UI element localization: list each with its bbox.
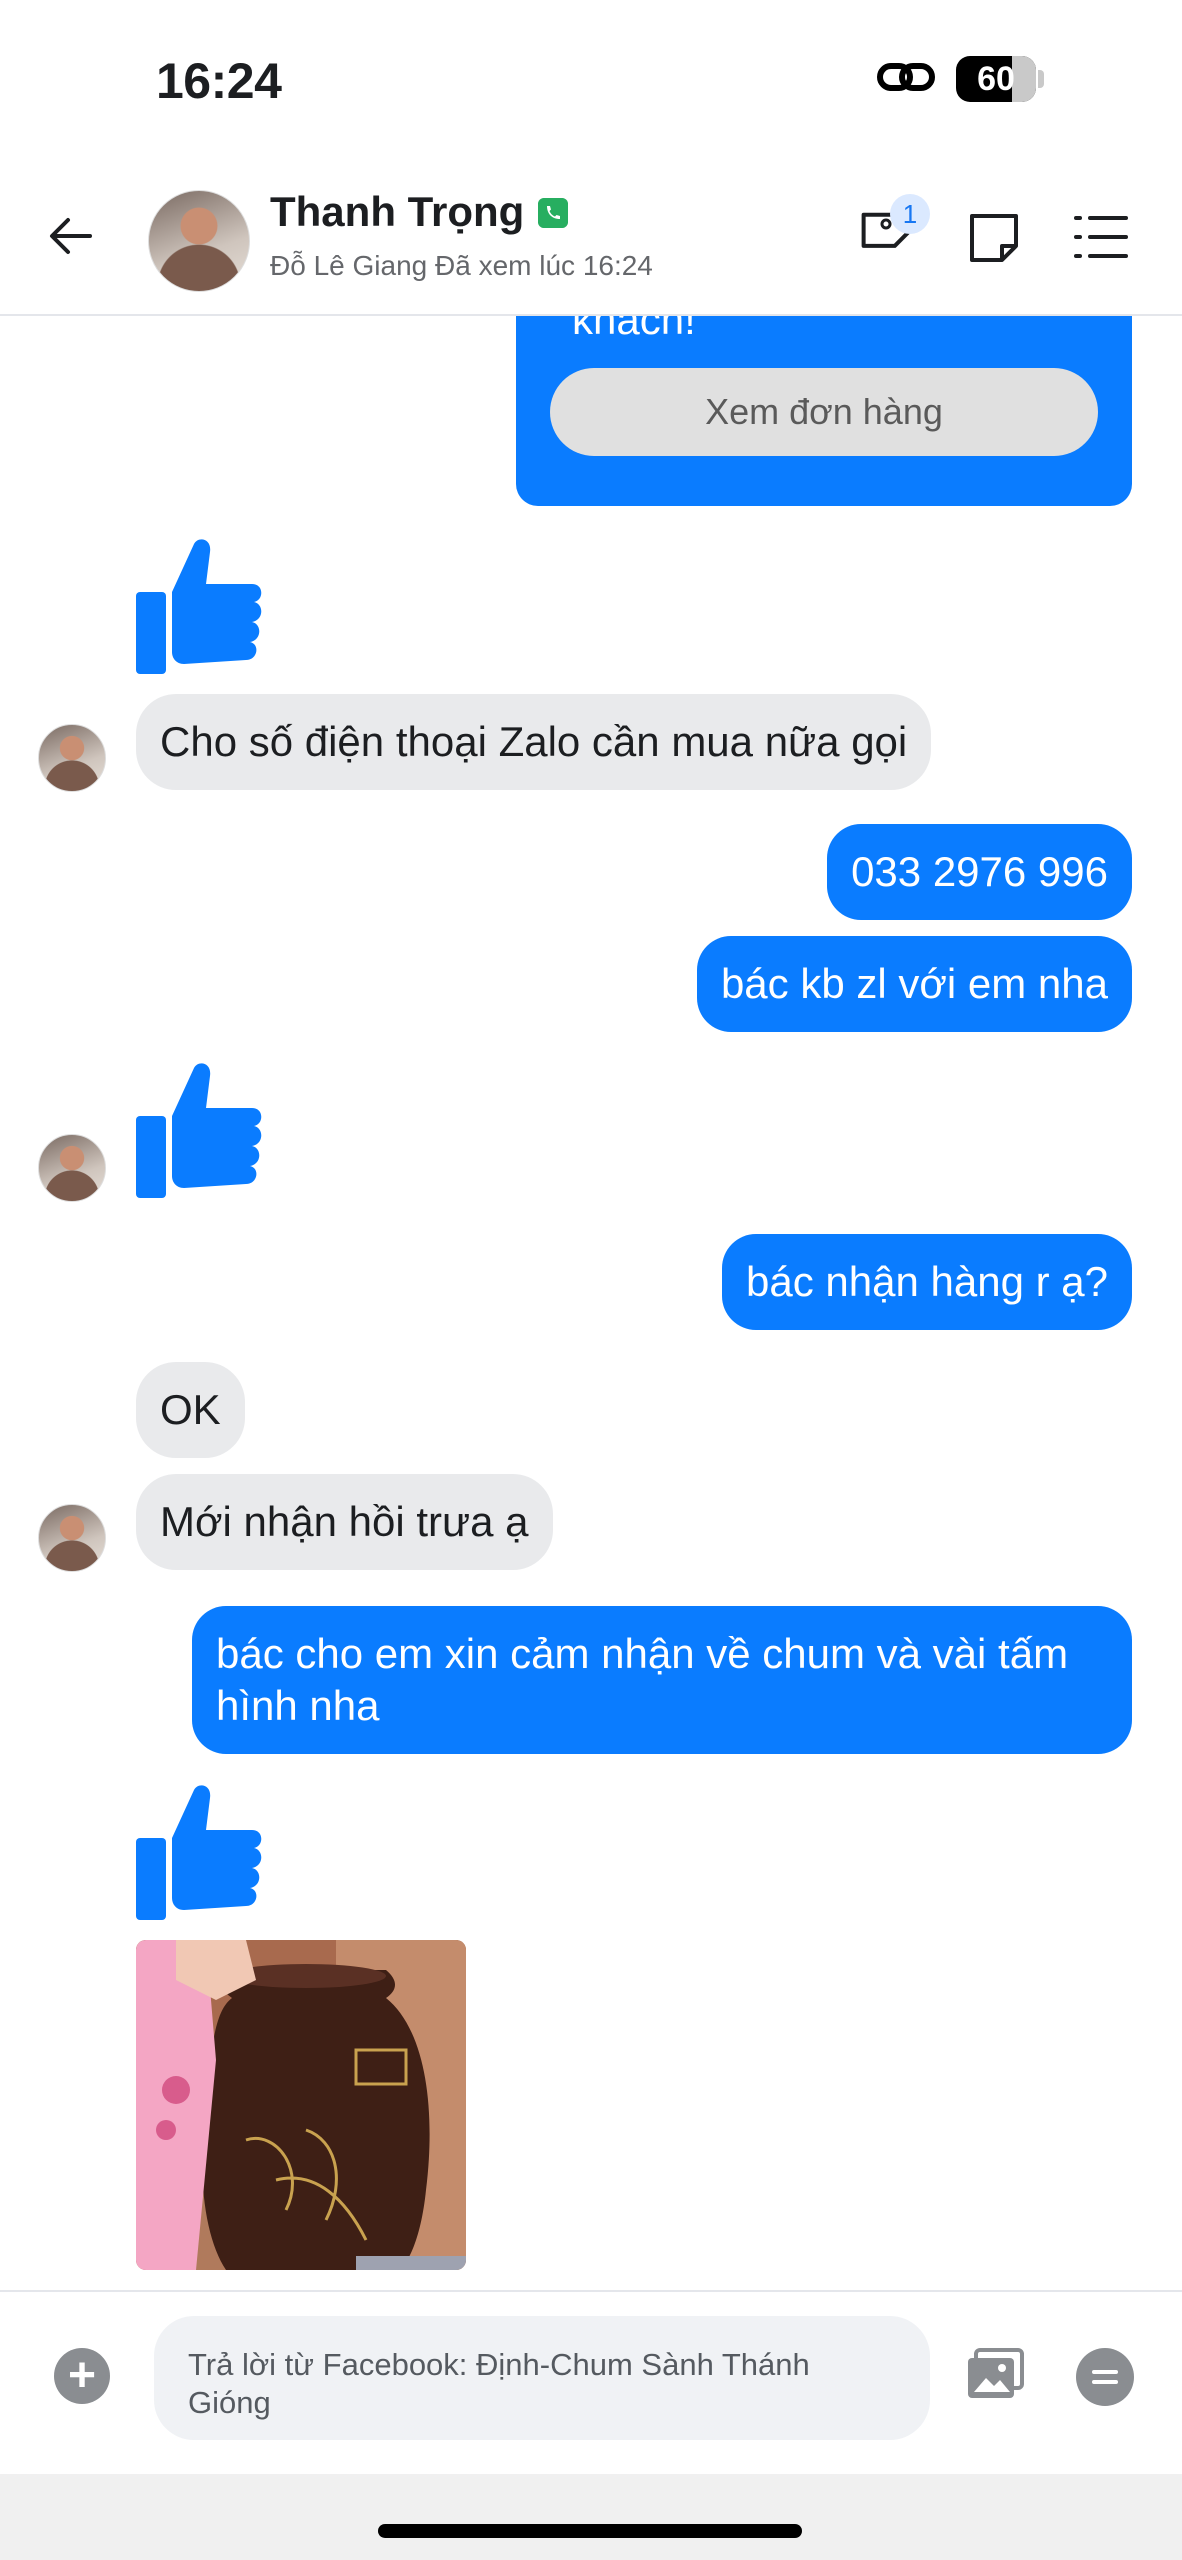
status-bar: 16:24 60	[0, 0, 1182, 160]
battery-tip	[1038, 70, 1044, 88]
outgoing-message: bác cho em xin cảm nhận về chum và vài t…	[192, 1606, 1132, 1754]
add-icon[interactable]: +	[54, 2348, 110, 2404]
sender-avatar[interactable]	[38, 724, 106, 792]
like-thumb-icon	[136, 1063, 262, 1198]
incoming-message: Mới nhận hồi trưa ạ	[136, 1474, 553, 1570]
incoming-message: Cho số điện thoại Zalo cần mua nữa gọi	[136, 694, 932, 790]
reply-input-placeholder: Trả lời từ Facebook: Định-Chum Sành Thán…	[188, 2347, 810, 2420]
like-thumb-icon	[136, 539, 262, 674]
photo-attachment[interactable]	[136, 1940, 466, 2270]
note-icon[interactable]	[966, 210, 1024, 266]
view-order-button[interactable]: Xem đơn hàng	[550, 368, 1098, 456]
image-gallery-icon[interactable]	[966, 2346, 1026, 2402]
chat-header: Thanh Trọng Đỗ Lê Giang Đã xem lúc 16:24…	[0, 170, 1182, 316]
outgoing-message: bác kb zl với em nha	[696, 936, 1132, 1032]
list-icon[interactable]	[1074, 214, 1128, 260]
order-message-card: khách! Xem đơn hàng	[516, 316, 1132, 506]
tag-count-badge: 1	[890, 194, 930, 234]
like-thumb-icon	[136, 1785, 262, 1920]
phone-icon	[538, 198, 568, 228]
status-time: 16:24	[156, 53, 282, 109]
back-arrow-icon[interactable]	[44, 208, 100, 264]
incoming-message: OK	[136, 1362, 245, 1458]
outgoing-message: 033 2976 996	[827, 824, 1132, 920]
sender-avatar[interactable]	[38, 1134, 106, 1202]
battery-indicator: 60	[956, 56, 1036, 102]
contact-avatar[interactable]	[148, 190, 250, 292]
message-list[interactable]: khách! Xem đơn hàng Cho số điện thoại Za…	[0, 316, 1182, 2290]
home-indicator-area	[0, 2474, 1182, 2560]
outgoing-message: bác nhận hàng r ạ?	[722, 1234, 1132, 1330]
order-card-text: khách!	[572, 316, 696, 343]
sender-avatar[interactable]	[38, 1504, 106, 1572]
message-composer: + Trả lời từ Facebook: Định-Chum Sành Th…	[0, 2290, 1182, 2476]
quick-reply-icon[interactable]	[1076, 2348, 1134, 2406]
contact-name[interactable]: Thanh Trọng	[270, 188, 524, 236]
seen-status: Đỗ Lê Giang Đã xem lúc 16:24	[270, 250, 653, 281]
link-icon	[877, 63, 935, 91]
reply-input[interactable]: Trả lời từ Facebook: Định-Chum Sành Thán…	[154, 2316, 930, 2440]
home-indicator[interactable]	[378, 2524, 802, 2538]
